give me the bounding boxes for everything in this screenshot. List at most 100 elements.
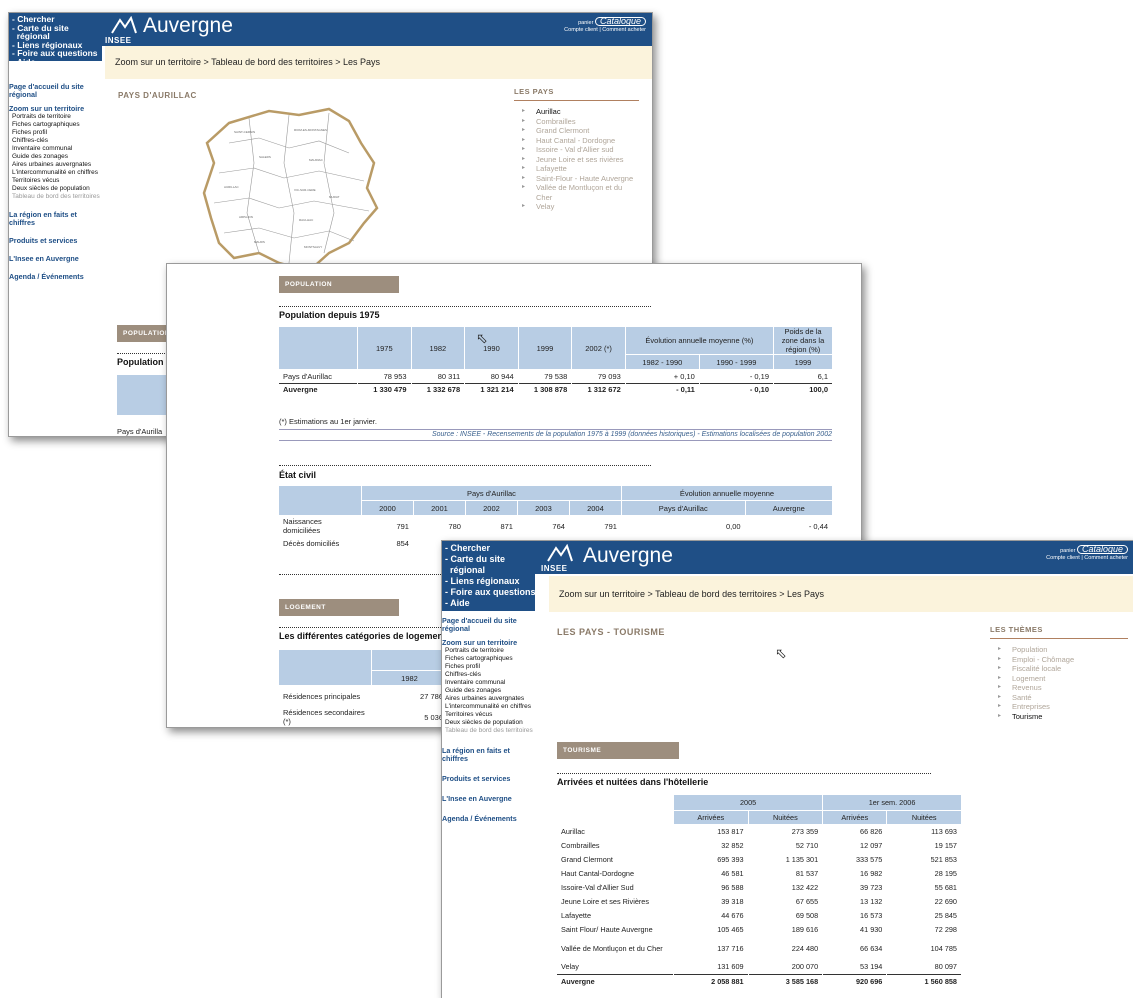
pays-link[interactable]: Combrailles: [514, 117, 639, 127]
nav-home[interactable]: Page d'accueil du site régional: [442, 617, 535, 633]
nav-item-current[interactable]: Tableau de bord des territoires: [442, 727, 535, 735]
nav-item[interactable]: Aires urbaines auvergnates: [9, 161, 102, 169]
col-year: 2004: [569, 501, 621, 515]
nav-item[interactable]: Deux siècles de population: [9, 185, 102, 193]
nav-insee[interactable]: L'Insee en Auvergne: [442, 795, 535, 803]
menu-aide[interactable]: - Aide: [445, 598, 535, 609]
divider: [557, 773, 931, 774]
table-header-blank: [279, 650, 371, 685]
insee-logo[interactable]: INSEE: [541, 543, 581, 573]
theme-link[interactable]: Fiscalité locale: [990, 664, 1128, 674]
nav-item[interactable]: Territoires vécus: [9, 177, 102, 185]
col-year: 1990: [465, 327, 518, 369]
menu-chercher[interactable]: - Chercher: [445, 543, 535, 554]
window-tourisme: - Chercher - Carte du site régional - Li…: [441, 540, 1133, 998]
nav-agenda[interactable]: Agenda / Événements: [442, 815, 535, 823]
mouse-cursor-icon: ⬁: [775, 645, 787, 661]
pays-link[interactable]: Aurillac: [514, 107, 639, 117]
nav-insee[interactable]: L'Insee en Auvergne: [9, 255, 102, 263]
pays-link[interactable]: Haut Cantal - Dordogne: [514, 136, 639, 146]
nav-item[interactable]: L'intercommunalité en chiffres: [442, 703, 535, 711]
nav-products[interactable]: Produits et services: [9, 237, 102, 245]
theme-link[interactable]: Logement: [990, 674, 1128, 684]
menu-faq[interactable]: - Foire aux questions: [445, 587, 536, 598]
nav-item[interactable]: Chiffres-clés: [9, 137, 102, 145]
etat-civil-title: État civil: [279, 470, 317, 480]
svg-text:RAULHAC: RAULHAC: [299, 218, 314, 222]
panel-title: LES THÈMES: [990, 625, 1128, 639]
nav-item[interactable]: Chiffres-clés: [442, 671, 535, 679]
breadcrumb: Zoom sur un territoire > Tableau de bord…: [105, 46, 652, 79]
theme-link[interactable]: Revenus: [990, 683, 1128, 693]
col-evol: Auvergne: [745, 501, 832, 515]
divider: [279, 574, 447, 575]
nav-item[interactable]: Inventaire communal: [9, 145, 102, 153]
col-header: Arrivées: [823, 811, 887, 824]
menu-aide[interactable]: - Aide: [12, 58, 102, 67]
nav-agenda[interactable]: Agenda / Événements: [9, 273, 102, 281]
nav-item-current[interactable]: Tableau de bord des territoires: [9, 193, 102, 201]
nav-item[interactable]: L'intercommunalité en chiffres: [9, 169, 102, 177]
theme-link[interactable]: Emploi - Chômage: [990, 655, 1128, 665]
top-menu: - Chercher - Carte du site régional - Li…: [442, 541, 536, 611]
pays-link[interactable]: Jeune Loire et ses rivières: [514, 155, 639, 165]
table-row: Combrailles 32 852 52 710 12 097 19 157: [561, 841, 957, 850]
nav-zoom[interactable]: Zoom sur un territoire: [442, 639, 535, 647]
table-header-blank: [372, 650, 447, 670]
peek-subtitle: Population d: [117, 357, 172, 367]
table-row: Naissances domiciliées 791 780 871 764 791…: [283, 517, 828, 535]
nav-item[interactable]: Fiches profil: [9, 129, 102, 137]
col-header: Nuitées: [887, 811, 961, 824]
svg-text:AURILLAC: AURILLAC: [224, 185, 240, 189]
section-header-population-peek: POPULATION: [117, 325, 170, 342]
catalogue-link[interactable]: panier Catalogue Compte client | Comment…: [1046, 545, 1128, 562]
pays-link[interactable]: Grand Clermont: [514, 126, 639, 136]
svg-text:SAINT-CERNIN: SAINT-CERNIN: [234, 130, 255, 134]
nav-item[interactable]: Deux siècles de population: [442, 719, 535, 727]
col-year: 1975: [358, 327, 411, 369]
menu-carte-site-2[interactable]: régional: [445, 565, 535, 576]
nav-products[interactable]: Produits et services: [442, 775, 535, 783]
pays-link[interactable]: Vallée de Montluçon et du Cher: [514, 183, 639, 202]
pays-link[interactable]: Issoire - Val d'Allier sud: [514, 145, 639, 155]
nav-item[interactable]: Fiches cartographiques: [442, 655, 535, 663]
nav-item[interactable]: Guide des zonages: [442, 687, 535, 695]
nav-item[interactable]: Fiches cartographiques: [9, 121, 102, 129]
menu-carte-site[interactable]: - Carte du site: [445, 554, 535, 565]
divider: [279, 627, 447, 628]
nav-item[interactable]: Territoires vécus: [442, 711, 535, 719]
nav-item[interactable]: Portraits de territoire: [9, 113, 102, 121]
col-year: 2002 (*): [572, 327, 625, 369]
pays-link[interactable]: Velay: [514, 202, 639, 212]
catalogue-link[interactable]: panier Catalogue Compte client | Comment…: [564, 17, 646, 34]
pays-link[interactable]: Saint-Flour - Haute Auvergne: [514, 174, 639, 184]
theme-link[interactable]: Population: [990, 645, 1128, 655]
nav-item[interactable]: Guide des zonages: [9, 153, 102, 161]
population-source: Source : INSEE - Recensements de la popu…: [279, 429, 832, 441]
table-row: Grand Clermont 695 393 1 135 301 333 575 521…: [561, 855, 957, 864]
col-evolution: Évolution annuelle moyenne (%): [625, 327, 773, 354]
col-period: 1999: [774, 355, 832, 369]
page-title: LES PAYS - TOURISME: [557, 627, 665, 637]
nav-item[interactable]: Aires urbaines auvergnates: [442, 695, 535, 703]
nav-region[interactable]: La région en faits et chiffres: [442, 747, 535, 763]
insee-logo[interactable]: INSEE: [105, 15, 145, 45]
nav-region[interactable]: La région en faits et chiffres: [9, 211, 102, 227]
nav-item[interactable]: Fiches profil: [442, 663, 535, 671]
table-row: Jeune Loire et ses Rivières 39 318 67 655 1…: [561, 897, 957, 906]
nav-item[interactable]: Portraits de territoire: [442, 647, 535, 655]
menu-liens[interactable]: - Liens régionaux: [445, 576, 535, 587]
theme-link[interactable]: Santé: [990, 693, 1128, 703]
table-row-total: Auvergne 2 058 881 3 585 168 920 696 1 560 8…: [557, 974, 961, 987]
nav-item[interactable]: Inventaire communal: [442, 679, 535, 687]
territory-map[interactable]: SAINT-CERNIN RIOM-ES-MONTAGNES SALERS MAURI…: [199, 103, 389, 273]
col-header: Arrivées: [674, 811, 748, 824]
theme-link[interactable]: Tourisme: [990, 712, 1128, 722]
col-year: 1982: [372, 671, 447, 685]
panel-title: LES PAYS: [514, 87, 639, 101]
nav-zoom[interactable]: Zoom sur un territoire: [9, 105, 102, 113]
nav-home[interactable]: Page d'accueil du site régional: [9, 83, 102, 99]
peek-table-header: [117, 375, 169, 415]
pays-link[interactable]: Lafayette: [514, 164, 639, 174]
theme-link[interactable]: Entreprises: [990, 702, 1128, 712]
